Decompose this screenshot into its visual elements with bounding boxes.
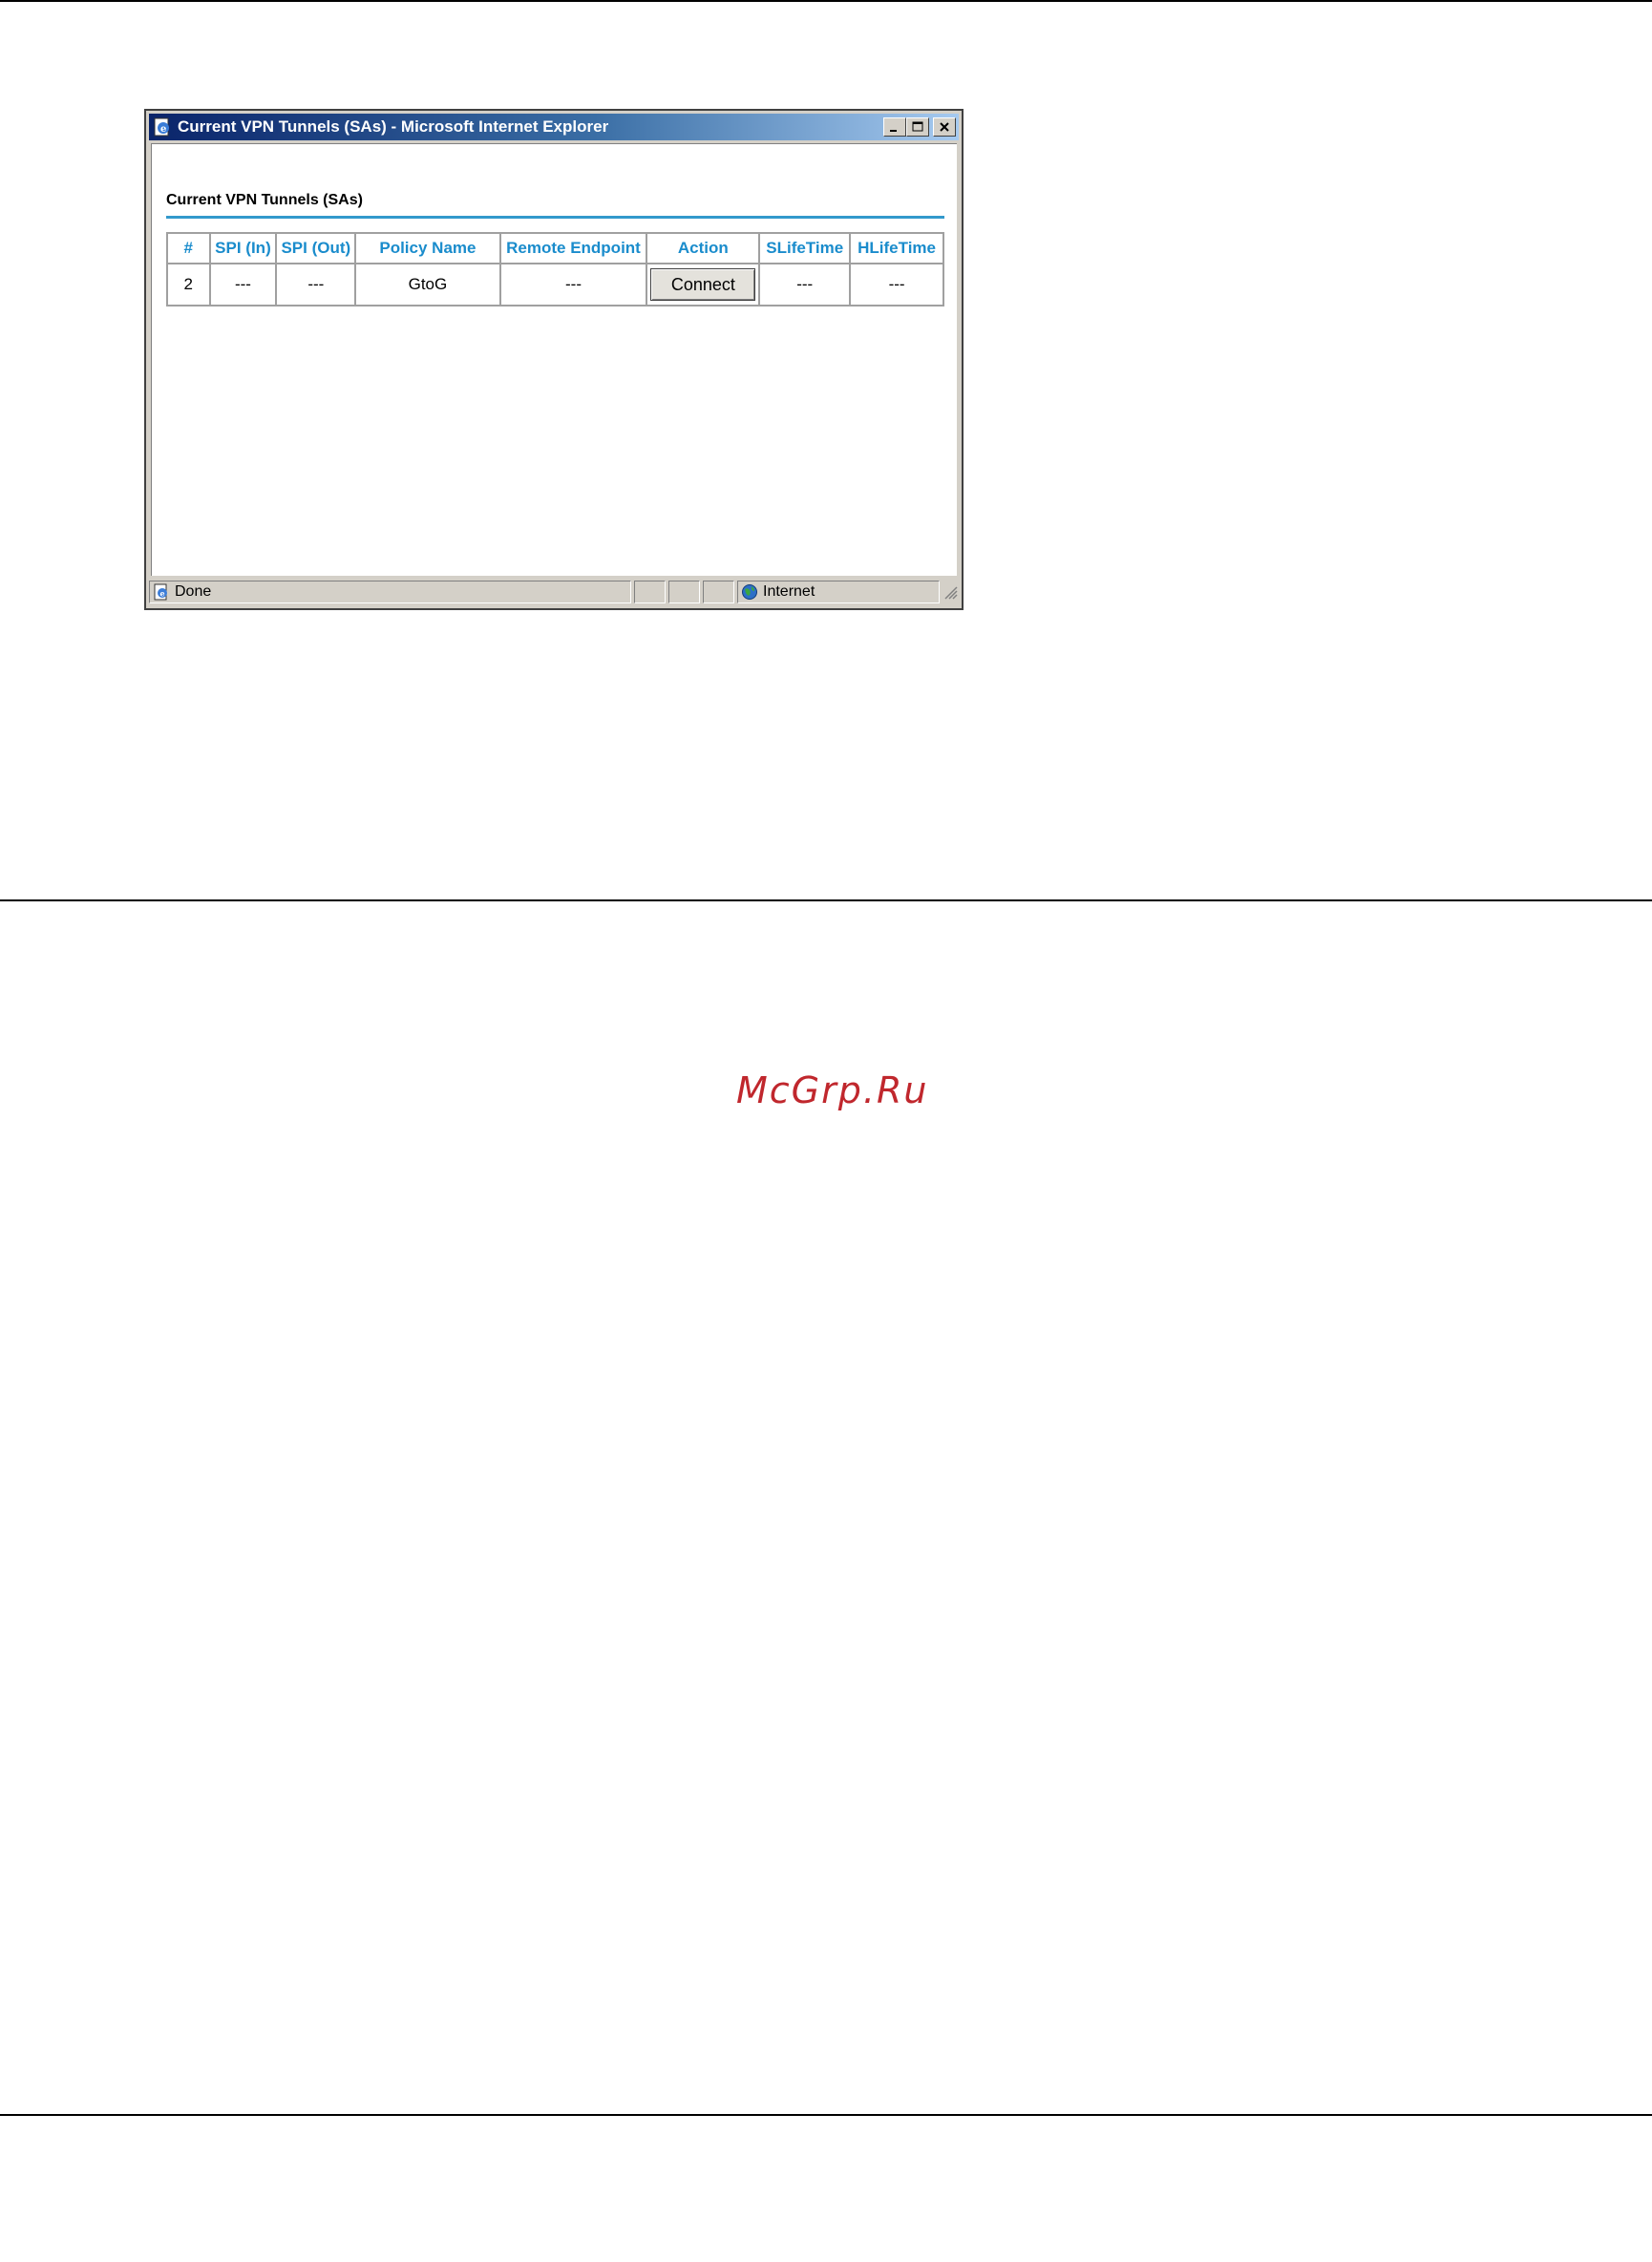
svg-text:e: e bbox=[160, 124, 166, 135]
column-header-policy-name: Policy Name bbox=[354, 232, 501, 264]
cell-spi-in: --- bbox=[208, 263, 278, 307]
page-top-rule bbox=[0, 0, 1652, 2]
status-text: Done bbox=[175, 583, 212, 600]
status-pane-progress bbox=[634, 581, 666, 603]
status-pane-extra bbox=[703, 581, 734, 603]
status-pane-lock bbox=[668, 581, 700, 603]
column-header-spi-in: SPI (In) bbox=[208, 232, 278, 264]
globe-icon bbox=[741, 583, 758, 605]
status-pane-main: e Done bbox=[149, 581, 631, 603]
page-bottom-rule bbox=[0, 2114, 1652, 2116]
cell-slifetime: --- bbox=[758, 263, 852, 307]
column-header-remote-endpoint: Remote Endpoint bbox=[498, 232, 648, 264]
cell-action: Connect bbox=[646, 263, 761, 307]
page-middle-rule bbox=[0, 899, 1652, 901]
page-heading: Current VPN Tunnels (SAs) bbox=[166, 192, 363, 208]
minimize-button[interactable] bbox=[883, 117, 906, 137]
zone-text: Internet bbox=[763, 583, 815, 600]
table-row: 2 --- --- GtoG --- Connect --- --- bbox=[166, 263, 944, 307]
resize-grip-icon[interactable] bbox=[942, 584, 958, 604]
cell-spi-out: --- bbox=[275, 263, 357, 307]
cell-num: 2 bbox=[166, 263, 211, 307]
column-header-spi-out: SPI (Out) bbox=[275, 232, 357, 264]
connect-button[interactable]: Connect bbox=[650, 268, 756, 301]
title-bar[interactable]: e Current VPN Tunnels (SAs) - Microsoft … bbox=[149, 114, 959, 140]
status-pane-zone: Internet bbox=[737, 581, 940, 603]
page-content: Current VPN Tunnels (SAs) # SPI (In) SPI… bbox=[151, 143, 957, 576]
status-bar: e Done Internet bbox=[149, 579, 959, 605]
column-header-slifetime: SLifeTime bbox=[758, 232, 852, 264]
watermark-text: McGrp.Ru bbox=[736, 1069, 929, 1111]
column-header-action: Action bbox=[646, 232, 761, 264]
ie-page-icon: e bbox=[153, 583, 170, 605]
table-header-row: # SPI (In) SPI (Out) Policy Name Remote … bbox=[166, 232, 944, 264]
ie-window: e Current VPN Tunnels (SAs) - Microsoft … bbox=[144, 109, 964, 610]
svg-text:e: e bbox=[160, 589, 165, 599]
cell-hlifetime: --- bbox=[849, 263, 944, 307]
cell-remote-endpoint: --- bbox=[498, 263, 648, 307]
column-header-num: # bbox=[166, 232, 211, 264]
close-button[interactable] bbox=[933, 117, 956, 137]
vpn-tunnels-table: # SPI (In) SPI (Out) Policy Name Remote … bbox=[166, 232, 944, 307]
cell-policy-name: GtoG bbox=[354, 263, 501, 307]
window-title: Current VPN Tunnels (SAs) - Microsoft In… bbox=[178, 117, 609, 136]
ie-page-icon: e bbox=[153, 117, 172, 137]
maximize-button[interactable] bbox=[906, 117, 929, 137]
heading-divider bbox=[166, 216, 944, 219]
column-header-hlifetime: HLifeTime bbox=[849, 232, 944, 264]
